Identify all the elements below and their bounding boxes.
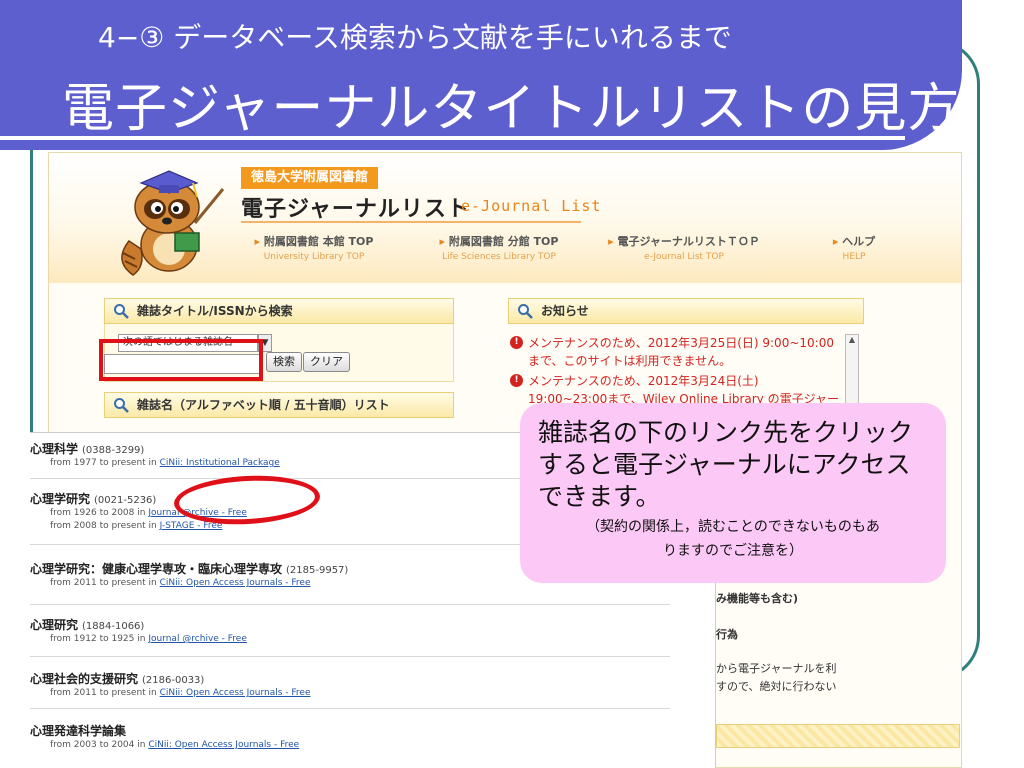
- side-panel-heading: [716, 724, 960, 748]
- journal-title: 心理社会的支援研究: [30, 672, 139, 686]
- tanuki-mascot-icon: [121, 170, 225, 276]
- header-underline: [0, 136, 905, 140]
- callout-note: （契約の関係上，読むことのできないものもあ: [586, 519, 880, 535]
- journal-title: 心理学研究: [30, 492, 91, 506]
- nav-branch-library[interactable]: 附属図書館 分館 TOP Life Sciences Library TOP: [414, 233, 584, 262]
- magnifier-icon: [518, 304, 533, 319]
- explanation-callout: 雑誌名の下のリンク先をクリック すると電子ジャーナルにアクセス できます。 （契…: [520, 403, 946, 583]
- side-fragment: から電子ジャーナルを利: [716, 662, 837, 675]
- journal-entry: 心理社会的支援研究 (2186-0033) from 2011 to presen…: [30, 672, 311, 698]
- side-fragment: み機能等も含む): [716, 592, 799, 605]
- journal-title: 心理科学: [30, 442, 79, 456]
- magnifier-icon: [114, 398, 129, 413]
- nav-help[interactable]: ヘルプ HELP: [769, 233, 939, 262]
- callout-line: 雑誌名の下のリンク先をクリック: [538, 418, 914, 447]
- journal-issn: (0021-5236): [94, 495, 157, 506]
- journal-title: 心理研究: [30, 618, 79, 632]
- journal-source-link[interactable]: CiNii: Open Access Journals - Free: [160, 688, 311, 698]
- callout-note: りますのでご注意を）: [663, 543, 803, 559]
- journal-issn: (2185-9957): [286, 565, 349, 576]
- site-title-english: e-Journal List: [461, 197, 602, 215]
- alpha-list-panel-heading: 雑誌名（アルファベット順 / 五十音順）リスト: [104, 392, 454, 418]
- site-title: 電子ジャーナルリスト: [241, 197, 470, 222]
- search-button[interactable]: 検索: [266, 352, 302, 372]
- title-rule: [241, 221, 581, 223]
- slide-subtitle: 4−③ データベース検索から文献を手にいれるまで: [98, 21, 732, 54]
- journal-issn: (2186-0033): [142, 675, 205, 686]
- journal-source-link[interactable]: CiNii: Open Access Journals - Free: [160, 578, 311, 588]
- callout-line: できます。: [538, 482, 661, 511]
- highlight-rectangle: [99, 339, 263, 381]
- journal-entry: 心理発達科学論集 from 2003 to 2004 in CiNii: Ope…: [30, 724, 300, 750]
- site-nav: 附属図書館 本館 TOP University Library TOP 附属図書…: [229, 233, 929, 271]
- callout-line: すると電子ジャーナルにアクセス: [538, 450, 911, 479]
- journal-source-link[interactable]: Journal @rchive - Free: [148, 634, 247, 644]
- divider: [30, 656, 670, 657]
- magnifier-icon: [114, 304, 129, 319]
- scroll-up-icon[interactable]: ▲: [846, 335, 858, 344]
- divider: [30, 708, 670, 709]
- side-fragment: すので、絶対に行わない: [716, 680, 837, 693]
- journal-title: 心理発達科学論集: [30, 724, 127, 738]
- search-panel-heading: 雑誌タイトル/ISSNから検索: [104, 298, 454, 324]
- news-panel-heading: お知らせ: [508, 298, 864, 324]
- divider: [30, 604, 670, 605]
- slide-header: 4−③ データベース検索から文献を手にいれるまで 電子ジャーナルタイトルリストの…: [0, 0, 962, 150]
- library-name-badge: 徳島大学附属図書館: [241, 167, 379, 189]
- nav-ejournal-top[interactable]: 電子ジャーナルリストＴＯＰ e-Journal List TOP: [599, 233, 769, 262]
- slide-title: 電子ジャーナルタイトルリストの見方: [62, 79, 961, 139]
- side-fragment: 行為: [716, 628, 738, 641]
- journal-title: 心理学研究：健康心理学専攻・臨床心理学専攻: [30, 562, 283, 576]
- nav-main-library[interactable]: 附属図書館 本館 TOP University Library TOP: [229, 233, 399, 262]
- journal-source-link[interactable]: CiNii: Institutional Package: [160, 458, 280, 468]
- clear-button[interactable]: クリア: [303, 352, 350, 372]
- journal-source-link[interactable]: CiNii: Open Access Journals - Free: [148, 740, 299, 750]
- news-item: メンテナンスのため、2012年3月25日(日) 9:00~10:00まで、このサ…: [510, 334, 840, 370]
- journal-entry: 心理研究 (1884-1066) from 1912 to 1925 in Jou…: [30, 618, 247, 644]
- journal-issn: (1884-1066): [82, 621, 145, 632]
- journal-issn: (0388-3299): [82, 445, 145, 456]
